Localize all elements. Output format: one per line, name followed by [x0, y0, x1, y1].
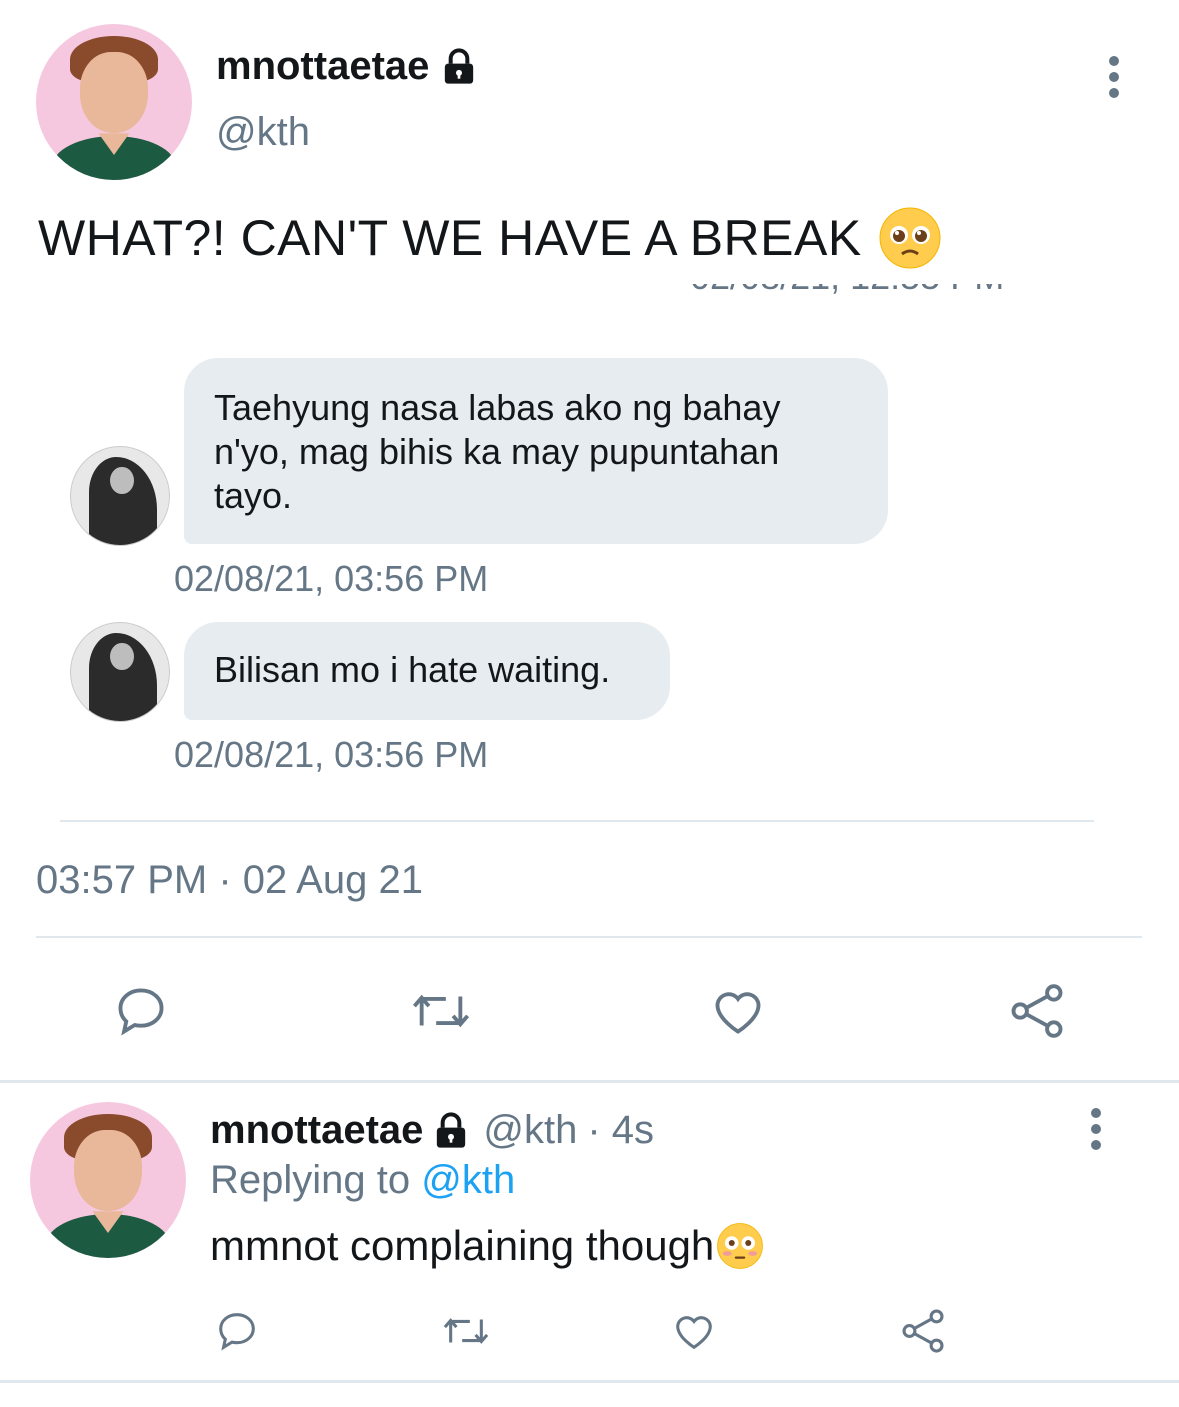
replying-to-link[interactable]: @kth: [421, 1158, 515, 1202]
reply-author-avatar[interactable]: [30, 1102, 186, 1258]
sender-avatar[interactable]: [70, 622, 170, 722]
flushed-face-icon: [717, 1223, 764, 1269]
author-display-name[interactable]: mnottaetae: [216, 44, 429, 89]
author-avatar[interactable]: [36, 24, 192, 180]
reply-more-options-icon[interactable]: [1091, 1108, 1103, 1156]
message-bubble: Bilisan mo i hate waiting.: [184, 622, 670, 720]
divider: [60, 820, 1094, 822]
reply-text: mmnot complaining though: [210, 1222, 715, 1269]
reply-icon[interactable]: [112, 982, 170, 1040]
message-text: Taehyung nasa labas ako ng bahay n'yo, m…: [214, 387, 781, 516]
reply-header: mnottaetae @kth · 4s: [210, 1108, 654, 1153]
lock-icon: [437, 1111, 466, 1148]
author-name-row: mnottaetae: [216, 44, 479, 89]
section-separator: [0, 1080, 1179, 1083]
reply-text-row: mmnot complaining though: [210, 1222, 764, 1270]
more-options-icon[interactable]: [1109, 56, 1121, 104]
share-icon[interactable]: [1006, 980, 1068, 1042]
reply-handle[interactable]: @kth: [483, 1108, 577, 1153]
tweet-text-row: WHAT?! CAN'T WE HAVE A BREAK: [38, 206, 942, 270]
message-time: 02/08/21, 03:56 PM: [174, 734, 489, 775]
like-icon[interactable]: [708, 982, 768, 1040]
author-handle[interactable]: @kth: [216, 110, 310, 155]
bottom-separator: [0, 1380, 1179, 1383]
divider: [36, 936, 1142, 938]
replying-to-prefix: Replying to: [210, 1158, 411, 1202]
tweet-text: WHAT?! CAN'T WE HAVE A BREAK: [38, 210, 862, 266]
lock-icon: [445, 47, 474, 84]
message-time: 02/08/21, 03:56 PM: [174, 558, 489, 599]
avatar-face: [79, 52, 149, 134]
retweet-icon[interactable]: [408, 982, 474, 1040]
message-text: Bilisan mo i hate waiting.: [214, 649, 611, 690]
retweet-icon[interactable]: [440, 1308, 492, 1354]
replying-to-line: Replying to @kth: [210, 1158, 515, 1203]
pleading-face-icon: [879, 207, 941, 269]
share-icon[interactable]: [898, 1306, 948, 1356]
reply-display-name[interactable]: mnottaetae: [210, 1108, 423, 1153]
reply-age: · 4s: [587, 1108, 655, 1152]
like-icon[interactable]: [670, 1308, 718, 1354]
sender-avatar[interactable]: [70, 446, 170, 546]
reply-icon[interactable]: [214, 1308, 260, 1354]
message-bubble: Taehyung nasa labas ako ng bahay n'yo, m…: [184, 358, 888, 544]
cut-off-timestamp: 02/08/21, 12:55 PM: [690, 284, 1070, 304]
tweet-timestamp[interactable]: 03:57 PM · 02 Aug 21: [36, 858, 423, 903]
